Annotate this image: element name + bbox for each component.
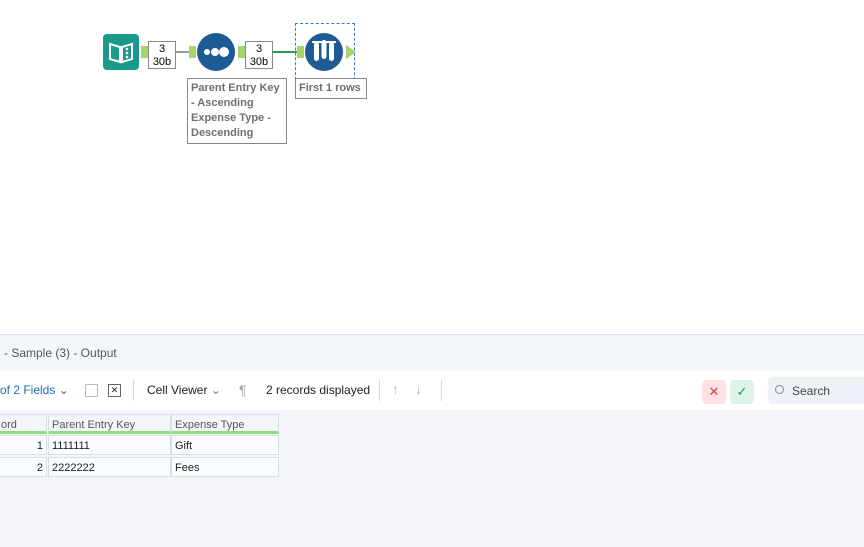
input-anchor[interactable]	[189, 46, 196, 58]
workflow-canvas[interactable]: 3 30b 3 30b Parent Entry Key - Ascending E…	[0, 0, 864, 333]
sort-tool[interactable]	[197, 33, 235, 71]
annotation-line: Parent Entry Key	[191, 82, 280, 94]
records-displayed: 2 records displayed	[266, 383, 371, 397]
sample-annotation: First 1 rows	[295, 78, 367, 99]
record-count: 3	[255, 43, 263, 55]
connection-count-box: 3 30b	[148, 41, 176, 69]
chevron-down-icon: ⌄	[210, 383, 221, 397]
results-toolbar: of 2 Fields ⌄ ✕ Cell Viewer ⌄ ¶ 2 record…	[0, 371, 864, 410]
column-header-parent-entry-key[interactable]: Parent Entry Key	[48, 414, 171, 434]
clear-fields-icon[interactable]: ✕	[108, 384, 121, 397]
search-icon	[775, 385, 784, 394]
sample-tool[interactable]	[305, 33, 343, 71]
output-anchor[interactable]	[238, 46, 245, 58]
results-table: ord Parent Entry Key Expense Type 1 1111…	[0, 410, 864, 547]
annotation-line: - Ascending	[191, 97, 254, 109]
cell-viewer-dropdown[interactable]: Cell Viewer ⌄	[147, 383, 221, 397]
table-cell[interactable]: 1111111	[48, 435, 171, 455]
table-cell[interactable]: 2222222	[48, 457, 171, 477]
chevron-down-icon: ⌄	[58, 383, 69, 397]
column-header-expense-type[interactable]: Expense Type	[171, 414, 279, 434]
table-cell[interactable]: Fees	[171, 457, 279, 477]
record-count: 3	[158, 43, 166, 55]
book-input-icon	[109, 42, 133, 64]
sample-tubes-icon	[312, 40, 336, 61]
connection-line	[176, 51, 190, 53]
annotation-line: Expense Type -	[191, 112, 271, 124]
annotation-line: Descending	[191, 127, 254, 139]
table-cell[interactable]: Gift	[171, 435, 279, 455]
pilcrow-icon[interactable]: ¶	[239, 382, 247, 398]
data-size: 30b	[152, 56, 172, 68]
fields-label: of 2 Fields	[0, 383, 56, 397]
results-header: - Sample (3) - Output	[0, 334, 864, 372]
fields-dropdown[interactable]: of 2 Fields ⌄	[0, 383, 69, 397]
check-all-icon[interactable]	[85, 384, 98, 397]
arrow-up-icon[interactable]: ↑	[392, 381, 399, 397]
cancel-button[interactable]: ✕	[702, 380, 726, 404]
search-input[interactable]: Search	[768, 377, 864, 404]
output-anchor[interactable]	[346, 45, 356, 59]
sort-icon	[204, 47, 229, 57]
column-header-record[interactable]: ord	[0, 414, 47, 434]
sort-annotation: Parent Entry Key - Ascending Expense Typ…	[187, 78, 287, 144]
data-size: 30b	[249, 56, 269, 68]
output-anchor[interactable]	[141, 46, 148, 58]
divider	[379, 380, 380, 401]
record-number[interactable]: 1	[0, 435, 47, 455]
search-placeholder: Search	[792, 384, 831, 398]
divider	[133, 380, 134, 401]
results-title: - Sample (3) - Output	[4, 346, 117, 360]
cell-viewer-label: Cell Viewer	[147, 383, 208, 397]
input-data-tool[interactable]	[103, 34, 139, 70]
connection-count-box: 3 30b	[245, 41, 273, 69]
divider	[441, 380, 442, 401]
confirm-button[interactable]: ✓	[730, 380, 754, 404]
arrow-down-icon[interactable]: ↓	[415, 381, 422, 397]
record-number[interactable]: 2	[0, 457, 47, 477]
